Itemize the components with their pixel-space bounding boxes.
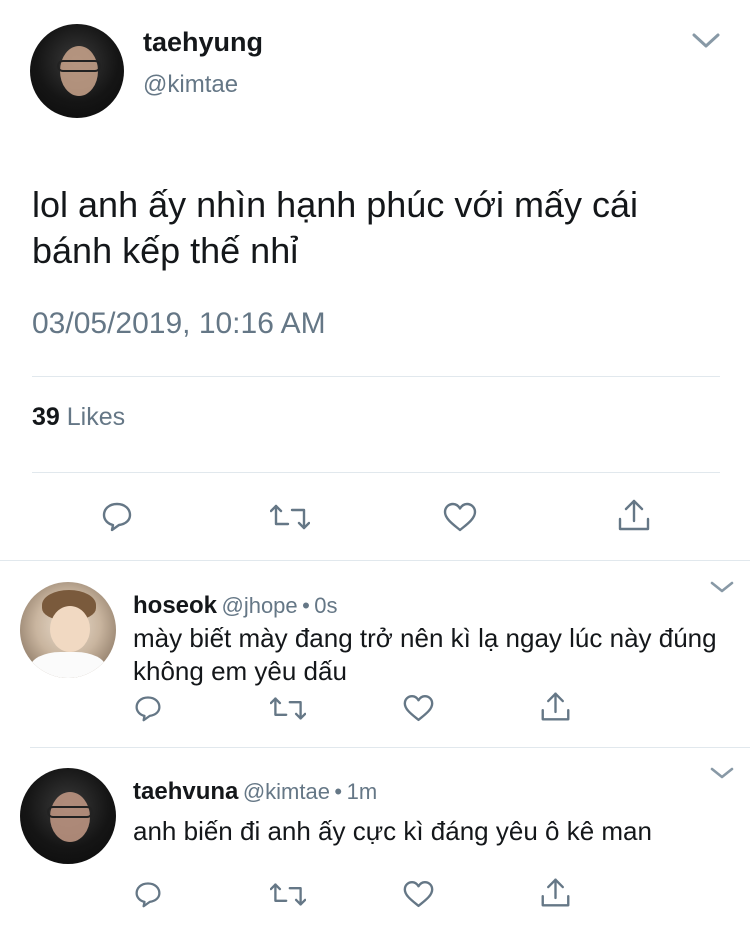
reply-author-handle[interactable]: @jhope (221, 593, 297, 618)
like-icon[interactable] (403, 880, 434, 908)
meta-separator: • (302, 593, 310, 618)
reply-text: mày biết mày đang trở nên kì lạ ngay lúc… (133, 623, 717, 686)
retweet-icon[interactable] (270, 502, 310, 532)
reply-icon[interactable] (101, 500, 133, 532)
reply-author-handle[interactable]: @kimtae (243, 779, 330, 804)
chevron-down-icon[interactable] (708, 578, 736, 596)
reply-author-name[interactable]: taehvuna (133, 778, 238, 805)
author-avatar[interactable] (30, 24, 124, 118)
likes-label: Likes (66, 403, 126, 431)
divider (32, 472, 720, 473)
reply-time[interactable]: 0s (314, 593, 337, 618)
avatar-shirt (30, 652, 106, 678)
like-icon[interactable] (403, 694, 434, 722)
reply-avatar[interactable] (20, 768, 116, 864)
reply-author-name[interactable]: hoseok (133, 592, 217, 619)
reply-icon[interactable] (134, 880, 162, 908)
meta-separator: • (334, 779, 343, 804)
chevron-down-icon[interactable] (690, 28, 722, 52)
author-handle[interactable]: @kimtae (143, 71, 238, 99)
likes-count[interactable]: 39 Likes (32, 403, 125, 432)
divider (0, 560, 750, 561)
avatar-face (50, 606, 90, 652)
tweet-timestamp[interactable]: 03/05/2019, 10:16 AM (32, 307, 326, 341)
avatar-glasses (47, 806, 93, 818)
reply-header: taehvuna @kimtae • 1m (133, 778, 377, 806)
likes-number: 39 (32, 403, 60, 431)
reply-time[interactable]: 1m (347, 779, 378, 804)
share-icon[interactable] (540, 690, 571, 723)
reply-text: anh biến đi anh ấy cực kì đáng yêu ô kê … (133, 816, 652, 846)
like-icon[interactable] (443, 502, 477, 532)
reply-header: hoseok @jhope • 0s (133, 592, 338, 620)
author-name[interactable]: taehyung (143, 27, 263, 58)
avatar-glasses (57, 60, 101, 72)
retweet-icon[interactable] (270, 695, 306, 722)
reply-avatar[interactable] (20, 582, 116, 678)
divider (32, 376, 720, 377)
chevron-down-icon[interactable] (708, 764, 736, 782)
share-icon[interactable] (617, 497, 651, 533)
tweet-text: lol anh ấy nhìn hạnh phúc với mấy cái bá… (32, 184, 638, 271)
divider (30, 747, 750, 748)
reply-icon[interactable] (134, 694, 162, 722)
retweet-icon[interactable] (270, 881, 306, 908)
share-icon[interactable] (540, 876, 571, 909)
